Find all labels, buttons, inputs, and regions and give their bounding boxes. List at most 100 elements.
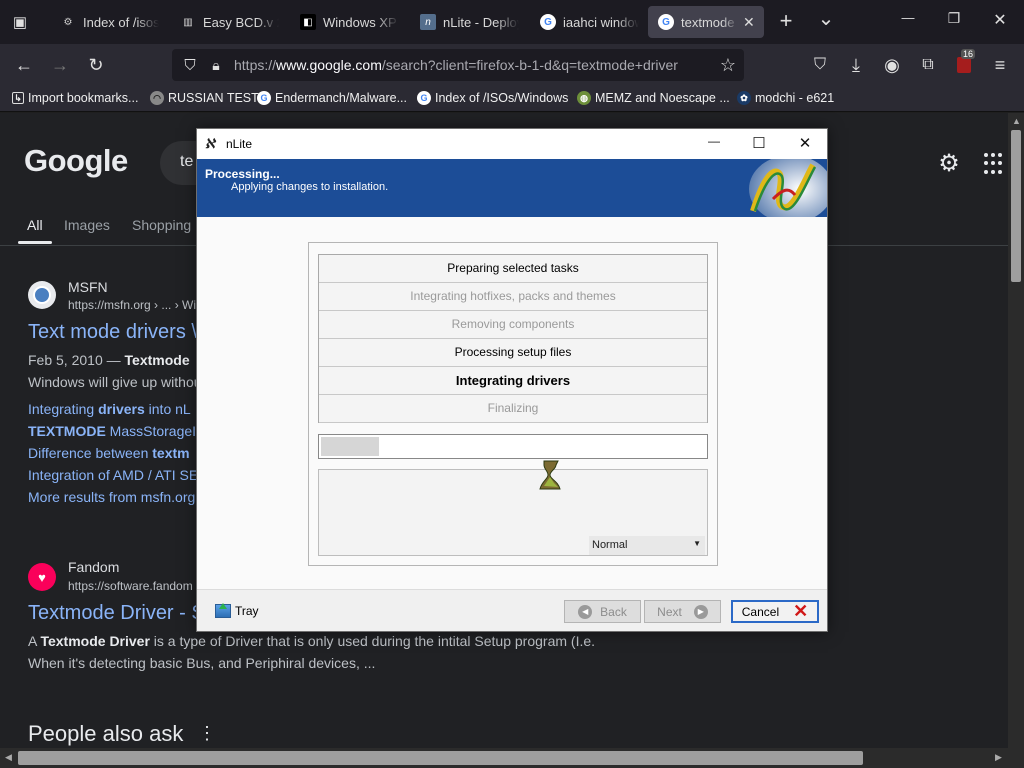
tab-shopping[interactable]: Shopping bbox=[132, 217, 191, 233]
sublink-bold: textm bbox=[152, 445, 190, 461]
tab-iaahci[interactable]: G iaahci window bbox=[530, 6, 642, 38]
horizontal-scroll-thumb[interactable] bbox=[18, 751, 863, 765]
result-site-name[interactable]: MSFN bbox=[68, 279, 108, 295]
google-apps-icon[interactable] bbox=[984, 153, 1006, 175]
site-icon: ◍ bbox=[577, 91, 591, 105]
tab-title: nLite - Deploy bbox=[443, 14, 519, 30]
result-cite[interactable]: https://msfn.org › ... › Wi bbox=[68, 298, 196, 312]
nlite-icon: ℵ bbox=[205, 136, 215, 151]
back-label: Back bbox=[600, 604, 627, 619]
sublink-bold: TEXTMODE bbox=[28, 423, 106, 439]
priority-dropdown[interactable]: Normal ▼ bbox=[589, 536, 705, 555]
bookmark-import[interactable]: ↳ Import bookmarks... bbox=[12, 91, 138, 105]
result-snippet-line: When it's detecting basic Bus, and Perip… bbox=[28, 655, 376, 671]
dialog-close-button[interactable]: ✕ bbox=[790, 134, 820, 154]
tray-label: Tray bbox=[235, 604, 259, 618]
tab-list-button[interactable]: ⌄ bbox=[806, 6, 846, 31]
bookmark-label: RUSSIAN TEST bbox=[168, 91, 259, 105]
pocket-icon[interactable]: ⛉ bbox=[808, 53, 832, 77]
dialog-maximize-button[interactable]: ☐ bbox=[744, 134, 774, 154]
cancel-label: Cancel bbox=[741, 604, 780, 619]
snippet-bold: Textmode bbox=[124, 352, 190, 368]
bookmark-memz[interactable]: ◍ MEMZ and Noescape ... bbox=[577, 91, 730, 105]
result-snippet: A Textmode Driver is a type of Driver th… bbox=[28, 633, 595, 649]
tab-easy-bcd[interactable]: ▥ Easy BCD.v 2.3 bbox=[170, 6, 282, 38]
fandom-favicon: ♥ bbox=[28, 563, 56, 591]
dialog-title-bar[interactable]: ℵ nLite — ☐ ✕ bbox=[197, 129, 827, 159]
bookmark-star-icon[interactable]: ☆ bbox=[716, 53, 740, 77]
sublink[interactable]: Difference between textm bbox=[28, 445, 190, 461]
settings-gear-icon[interactable]: ⚙ bbox=[936, 151, 962, 177]
tab-windows-xp[interactable]: ◧ Windows XP P bbox=[290, 6, 402, 38]
ublock-extension-icon[interactable]: 16 bbox=[952, 49, 976, 77]
scroll-left-arrow-icon[interactable]: ◀ bbox=[5, 752, 12, 763]
result-title[interactable]: Text mode drivers \ bbox=[28, 321, 197, 344]
close-tab-icon[interactable]: ✕ bbox=[743, 14, 755, 31]
archive-icon: ▥ bbox=[183, 16, 193, 28]
new-tab-button[interactable]: + bbox=[766, 8, 806, 34]
bookmark-russian-test[interactable]: ◠ RUSSIAN TEST bbox=[150, 91, 259, 105]
log-area: Normal ▼ bbox=[318, 469, 708, 556]
back-arrow-icon[interactable]: ← bbox=[12, 53, 36, 77]
tab-index-of-isos[interactable]: ⚙ Index of /isos/ bbox=[50, 6, 162, 38]
windows-flag-icon: ◧ bbox=[300, 14, 316, 30]
banner-subheading: Applying changes to installation. bbox=[231, 181, 389, 193]
url-prefix: https:// bbox=[234, 57, 277, 73]
task-item: Integrating drivers bbox=[319, 367, 707, 395]
task-item: Removing components bbox=[319, 311, 707, 339]
result-cite[interactable]: https://software.fandom bbox=[68, 579, 193, 593]
progress-bar bbox=[318, 434, 708, 459]
reload-icon[interactable]: ↻ bbox=[84, 53, 108, 77]
close-window-button[interactable]: ✕ bbox=[980, 10, 1020, 30]
downloads-icon[interactable]: ⤓ bbox=[844, 53, 868, 77]
bookmark-index-of-isos[interactable]: G Index of /ISOs/Windows bbox=[417, 91, 568, 105]
sublink[interactable]: TEXTMODE MassStorageI bbox=[28, 423, 196, 439]
more-options-icon[interactable]: ⋮ bbox=[198, 723, 216, 744]
horizontal-scrollbar[interactable]: ◀ ▶ bbox=[0, 748, 1024, 768]
menu-icon[interactable]: ≡ bbox=[988, 53, 1012, 77]
more-results-link[interactable]: More results from msfn.org bbox=[28, 489, 195, 505]
dialog-body: Preparing selected tasks Integrating hotf… bbox=[197, 217, 827, 589]
scroll-up-arrow-icon[interactable]: ▲ bbox=[1012, 116, 1021, 126]
tab-nlite-deploy[interactable]: n nLite - Deploy bbox=[410, 6, 522, 38]
msfn-favicon bbox=[28, 281, 56, 309]
dialog-minimize-button[interactable]: — bbox=[699, 134, 729, 154]
tab-overview-icon[interactable]: ▣ bbox=[8, 10, 32, 34]
extensions-icon[interactable]: ⧉ bbox=[916, 53, 940, 77]
result-site-name[interactable]: Fandom bbox=[68, 559, 119, 575]
url-domain: www.google.com bbox=[276, 57, 382, 73]
cancel-button[interactable]: Cancel ✕ bbox=[731, 600, 819, 623]
sublink-text: Difference between bbox=[28, 445, 153, 461]
tab-all[interactable]: All bbox=[27, 217, 43, 233]
scroll-right-arrow-icon[interactable]: ▶ bbox=[995, 752, 1002, 763]
paw-icon: ✿ bbox=[737, 91, 751, 105]
lock-icon[interactable]: 🔒︎ bbox=[204, 53, 228, 77]
result-snippet: Feb 5, 2010 — Textmode bbox=[28, 352, 190, 368]
priority-value: Normal bbox=[592, 539, 628, 551]
bookmark-label: Import bookmarks... bbox=[28, 91, 139, 105]
sublink-text: MassStorageI bbox=[105, 423, 197, 439]
bookmark-modchi[interactable]: ✿ modchi - e621 bbox=[737, 91, 834, 105]
tray-button[interactable]: Tray bbox=[215, 603, 259, 618]
tab-textmode[interactable]: G textmode d ✕ bbox=[648, 6, 764, 38]
address-bar[interactable]: ⛉ 🔒︎ https://www.google.com/search?clien… bbox=[172, 49, 744, 81]
tracking-shield-icon[interactable]: ⛉ bbox=[178, 53, 202, 77]
tab-images[interactable]: Images bbox=[64, 217, 110, 233]
task-list: Preparing selected tasks Integrating hotf… bbox=[318, 254, 708, 423]
vertical-scrollbar[interactable]: ▲ bbox=[1008, 113, 1024, 748]
maximize-button[interactable]: ❐ bbox=[934, 10, 974, 27]
account-icon[interactable]: ◉ bbox=[880, 53, 904, 77]
back-button[interactable]: ◀ Back bbox=[564, 600, 641, 623]
result-title[interactable]: Textmode Driver - S bbox=[28, 602, 205, 625]
next-arrow-icon: ▶ bbox=[693, 604, 708, 619]
next-button[interactable]: Next ▶ bbox=[644, 600, 721, 623]
forward-arrow-icon[interactable]: → bbox=[48, 53, 72, 77]
bookmark-endermanch[interactable]: G Endermanch/Malware... bbox=[257, 91, 407, 105]
minimize-button[interactable]: — bbox=[888, 10, 928, 25]
sublink[interactable]: Integration of AMD / ATI SE bbox=[28, 467, 198, 483]
sublink-text: into nL bbox=[144, 401, 191, 417]
sublink[interactable]: Integrating drivers into nL bbox=[28, 401, 191, 417]
url-text[interactable]: https://www.google.com/search?client=fir… bbox=[234, 57, 678, 73]
google-logo[interactable]: Google bbox=[24, 143, 128, 179]
vertical-scroll-thumb[interactable] bbox=[1011, 130, 1021, 282]
